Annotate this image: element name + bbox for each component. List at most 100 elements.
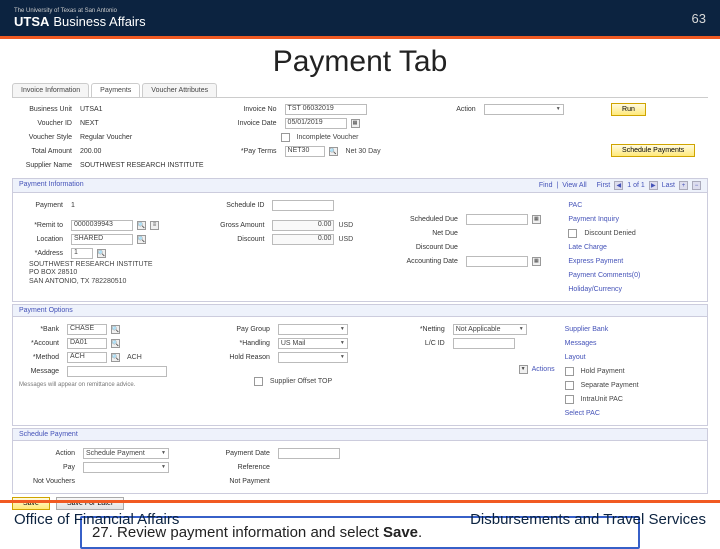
viewall-link[interactable]: View All [562, 182, 586, 189]
sdate-input[interactable] [466, 214, 528, 225]
separate-payment-label: Separate Payment [581, 382, 639, 389]
del-row-icon[interactable]: − [692, 181, 701, 190]
supplier-bank-link[interactable]: Supplier Bank [565, 326, 609, 333]
discount-denied-check[interactable] [568, 229, 577, 238]
messages-link[interactable]: Messages [565, 340, 597, 347]
method-label: *Method [19, 354, 59, 361]
express-payment-link[interactable]: Express Payment [568, 258, 623, 265]
netting-label: *Netting [409, 326, 445, 333]
invno-label: Invoice No [221, 106, 277, 113]
msg-input[interactable] [67, 366, 167, 377]
loc-label: Location [19, 236, 63, 243]
lookup-icon[interactable]: 🔍 [111, 339, 120, 348]
lc-input[interactable] [453, 338, 515, 349]
action-select[interactable] [484, 104, 564, 115]
lookup-icon[interactable]: 🔍 [111, 325, 120, 334]
sp-pay-label: Pay [19, 464, 75, 471]
payment-options-bar: Payment Options [12, 304, 708, 317]
method-input[interactable]: ACH [67, 352, 107, 363]
calendar-icon[interactable]: ▦ [532, 257, 541, 266]
tab-bar: Invoice Information Payments Voucher Att… [12, 83, 708, 98]
incomplete-checkbox[interactable] [281, 133, 290, 142]
run-button[interactable]: Run [611, 103, 646, 116]
sdate-label: Scheduled Due [398, 216, 458, 223]
last-label: Last [662, 182, 675, 189]
calendar-icon[interactable]: ▦ [351, 119, 360, 128]
paygroup-select[interactable] [278, 324, 348, 335]
gross-input[interactable]: 0.00 [272, 220, 334, 231]
hold-payment-label: Hold Payment [581, 368, 625, 375]
remit-input[interactable]: 0000039943 [71, 220, 133, 231]
invno-input[interactable]: TST 06032019 [285, 104, 367, 115]
payterms-label: *Pay Terms [221, 148, 277, 155]
utsa-logo: UTSA [14, 14, 49, 29]
supplier-offset-check[interactable] [254, 377, 263, 386]
calendar-icon[interactable]: ▦ [532, 215, 541, 224]
lookup-icon[interactable]: 🔍 [137, 221, 146, 230]
bank-input[interactable]: CHASE [67, 324, 107, 335]
find-link[interactable]: Find [539, 182, 553, 189]
schid-input[interactable] [272, 200, 334, 211]
tab-voucher-attr[interactable]: Voucher Attributes [142, 83, 217, 97]
payterms-input[interactable]: NET30 [285, 146, 325, 157]
select-pac-link[interactable]: Select PAC [565, 410, 600, 417]
payment-options-title: Payment Options [19, 307, 73, 314]
separate-payment-check[interactable] [565, 381, 574, 390]
payment-inquiry-link[interactable]: Payment Inquiry [568, 216, 619, 223]
payment-info-title: Payment Information [19, 181, 84, 190]
lookup-icon[interactable]: 🔍 [137, 235, 146, 244]
sp-pay-select[interactable] [83, 462, 169, 473]
holdreason-select[interactable] [278, 352, 348, 363]
schedule-payment-title: Schedule Payment [19, 431, 78, 438]
sp-pd-input[interactable] [278, 448, 340, 459]
lookup-icon[interactable]: 🔍 [111, 353, 120, 362]
schid-label: Schedule ID [208, 202, 264, 209]
loc-input[interactable]: SHARED [71, 234, 133, 245]
sp-action-select[interactable]: Schedule Payment [83, 448, 169, 459]
prev-icon[interactable]: ◀ [614, 181, 623, 190]
bank-label: *Bank [19, 326, 59, 333]
gross-cur: USD [338, 222, 353, 229]
netting-select[interactable]: Not Applicable [453, 324, 527, 335]
tab-invoice-info[interactable]: Invoice Information [12, 83, 89, 97]
lookup-icon[interactable]: 🔍 [97, 249, 106, 258]
acct-input[interactable]: DA01 [67, 338, 107, 349]
method-text: ACH [127, 354, 142, 361]
count-label: 1 of 1 [627, 182, 645, 189]
payment-value: 1 [71, 202, 75, 209]
sname-label: Supplier Name [16, 162, 72, 169]
holiday-currency-link[interactable]: Holiday/Currency [568, 286, 622, 293]
handling-select[interactable]: US Mail [278, 338, 348, 349]
accent-bar [0, 36, 720, 39]
actions-link[interactable]: Actions [532, 366, 555, 373]
expand-icon[interactable]: ▼ [519, 365, 528, 374]
related-icon[interactable]: ≡ [150, 221, 159, 230]
invdate-input[interactable]: 05/01/2019 [285, 118, 347, 129]
tab-payments[interactable]: Payments [91, 83, 140, 97]
acct-label: *Account [19, 340, 59, 347]
schedule-payments-button[interactable]: Schedule Payments [611, 144, 695, 157]
sp-ref-label: Reference [214, 464, 270, 471]
addr-line2: PO BOX 28510 [29, 269, 208, 277]
footer-left: Office of Financial Affairs [14, 511, 179, 528]
gross-label: Gross Amount [208, 222, 264, 229]
next-icon[interactable]: ▶ [649, 181, 658, 190]
addr-line1: SOUTHWEST RESEARCH INSTITUTE [29, 261, 208, 269]
pac-link[interactable]: PAC [568, 202, 582, 209]
payment-comments-link[interactable]: Payment Comments(0) [568, 272, 640, 279]
adate-input[interactable] [466, 256, 528, 267]
addr-input[interactable]: 1 [71, 248, 93, 259]
add-row-icon[interactable]: + [679, 181, 688, 190]
vstyle-value: Regular Voucher [80, 134, 132, 141]
footer-right: Disbursements and Travel Services [470, 511, 706, 528]
sp-np-label: Not Payment [214, 478, 270, 485]
hold-payment-check[interactable] [565, 367, 574, 376]
layout-link[interactable]: Layout [565, 354, 586, 361]
late-charge-link[interactable]: Late Charge [568, 244, 607, 251]
disc-input[interactable]: 0.00 [272, 234, 334, 245]
address-block: SOUTHWEST RESEARCH INSTITUTE PO BOX 2851… [29, 261, 208, 286]
bu-label: Business Unit [16, 106, 72, 113]
bu-value: UTSA1 [80, 106, 103, 113]
lookup-icon[interactable]: 🔍 [329, 147, 338, 156]
intraunit-pac-check[interactable] [565, 395, 574, 404]
